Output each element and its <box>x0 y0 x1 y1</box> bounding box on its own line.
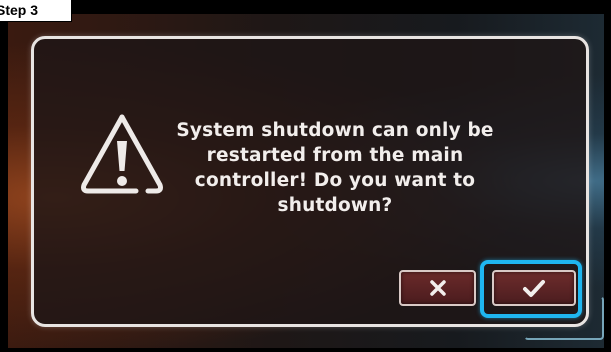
screenshot-frame: System shutdown can only be restarted fr… <box>0 0 611 352</box>
step-highlight-box <box>480 260 582 318</box>
step-label: Step 3 <box>0 0 72 22</box>
close-x-icon <box>429 280 446 296</box>
dialog-message: System shutdown can only be restarted fr… <box>176 120 494 216</box>
warning-triangle-icon <box>81 114 163 194</box>
cancel-button[interactable] <box>399 270 476 306</box>
